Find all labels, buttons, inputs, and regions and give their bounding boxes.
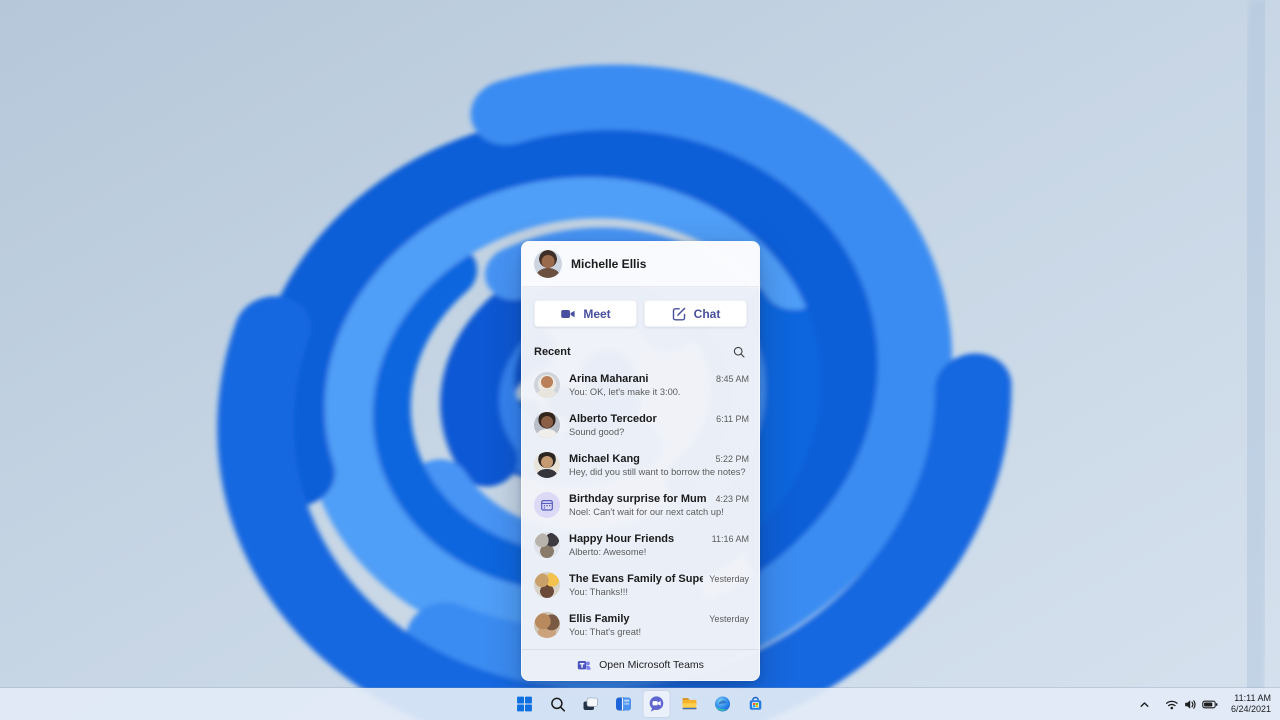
- conversation-time: 11:16 AM: [711, 533, 749, 544]
- conversation-preview: You: Thanks!!!: [569, 586, 628, 597]
- task-view-button[interactable]: [577, 690, 605, 718]
- conversation-name: The Evans Family of Supers: [569, 572, 704, 585]
- avatar: [534, 372, 560, 398]
- group-avatar: [534, 572, 560, 598]
- teams-chat-icon: [649, 696, 664, 712]
- conversation-ellis-family[interactable]: Ellis Family Yesterday You: That's great…: [522, 605, 759, 645]
- conversation-happy-hour[interactable]: Happy Hour Friends 11:16 AM Alberto: Awe…: [522, 525, 759, 565]
- file-explorer-button[interactable]: [676, 690, 704, 718]
- conversation-preview: Noel: Can't wait for our next catch up!: [569, 506, 724, 517]
- chevron-up-icon: [1140, 701, 1149, 707]
- conversation-name: Michael Kang: [569, 452, 640, 465]
- flyout-header: Michelle Ellis: [522, 242, 759, 287]
- battery-icon: [1202, 700, 1218, 708]
- user-name: Michelle Ellis: [571, 257, 647, 271]
- windows-logo-icon: [517, 696, 532, 712]
- wifi-icon: [1165, 700, 1178, 709]
- conversation-name: Arina Maharani: [569, 372, 649, 385]
- teams-logo-icon: [577, 661, 591, 670]
- conversation-evans-family[interactable]: The Evans Family of Supers Yesterday You…: [522, 565, 759, 605]
- conversation-birthday-surprise[interactable]: Birthday surprise for Mum 4:23 PM Noel: …: [522, 485, 759, 525]
- meet-button-label: Meet: [583, 306, 611, 321]
- conversation-alberto[interactable]: Alberto Tercedor 6:11 PM Sound good?: [522, 405, 759, 445]
- video-camera-icon: [561, 309, 575, 318]
- hidden-icons-chevron-button[interactable]: [1135, 690, 1155, 718]
- file-explorer-icon: [682, 698, 697, 710]
- open-teams-label: Open Microsoft Teams: [599, 659, 704, 671]
- edge-icon: [715, 696, 730, 712]
- group-avatar: [534, 612, 560, 638]
- group-avatar: [534, 532, 560, 558]
- compose-icon: [672, 307, 686, 320]
- microsoft-store-icon: [749, 696, 762, 710]
- taskbar-center-icons: [511, 688, 770, 720]
- start-button[interactable]: [511, 690, 539, 718]
- conversation-preview: You: That's great!: [569, 626, 642, 637]
- conversation-michael[interactable]: Michael Kang 5:22 PM Hey, did you still …: [522, 445, 759, 485]
- chat-button-label: Chat: [693, 306, 721, 321]
- avatar: [534, 452, 560, 478]
- widgets-icon: [616, 697, 631, 711]
- conversation-preview: You: OK, let's make it 3:00.: [569, 386, 681, 397]
- widgets-button[interactable]: [610, 690, 638, 718]
- teams-chat-button[interactable]: [642, 690, 671, 718]
- conversation-time: 6:11 PM: [716, 413, 749, 424]
- taskbar: 11:11 AM 6/24/2021: [0, 688, 1280, 720]
- search-icon: [733, 346, 745, 358]
- avatar: [534, 412, 560, 438]
- tray-date: 6/24/2021: [1230, 704, 1271, 714]
- conversation-preview: Hey, did you still want to borrow the no…: [569, 466, 746, 477]
- recent-label: Recent: [534, 346, 571, 358]
- conversation-list: Arina Maharani 8:45 AM You: OK, let's ma…: [522, 365, 759, 645]
- quick-settings-button[interactable]: [1162, 690, 1221, 718]
- conversation-name: Ellis Family: [569, 612, 630, 625]
- task-view-icon: [583, 697, 598, 710]
- volume-icon: [1185, 699, 1196, 709]
- tray-time: 11:11 AM: [1234, 693, 1271, 703]
- clock-tray-button[interactable]: 11:11 AM 6/24/2021: [1228, 690, 1274, 718]
- search-button[interactable]: [731, 344, 747, 360]
- conversation-preview: Sound good?: [569, 426, 625, 437]
- open-microsoft-teams-button[interactable]: Open Microsoft Teams: [522, 649, 759, 680]
- user-avatar: [534, 250, 562, 278]
- chat-button[interactable]: Chat: [644, 300, 747, 327]
- conversation-time: 4:23 PM: [715, 493, 749, 504]
- taskbar-search-button[interactable]: [544, 690, 572, 718]
- conversation-time: 8:45 AM: [715, 373, 749, 384]
- conversation-time: Yesterday: [709, 613, 749, 624]
- recent-row: Recent: [522, 327, 759, 365]
- meet-button[interactable]: Meet: [534, 300, 637, 327]
- microsoft-store-button[interactable]: [742, 690, 770, 718]
- system-tray: 11:11 AM 6/24/2021: [1135, 688, 1274, 720]
- conversation-time: 5:22 PM: [715, 453, 749, 464]
- calendar-icon: [541, 499, 553, 511]
- conversation-name: Alberto Tercedor: [569, 412, 657, 425]
- conversation-time: Yesterday: [709, 573, 749, 584]
- teams-chat-flyout: Michelle Ellis Meet Chat Recent Arina Ma…: [521, 241, 760, 681]
- conversation-arina[interactable]: Arina Maharani 8:45 AM You: OK, let's ma…: [522, 365, 759, 405]
- action-buttons-row: Meet Chat: [522, 287, 759, 327]
- search-icon: [550, 697, 565, 712]
- conversation-name: Happy Hour Friends: [569, 532, 675, 545]
- conversation-preview: Alberto: Awesome!: [569, 546, 647, 557]
- edge-button[interactable]: [709, 690, 737, 718]
- calendar-avatar: [534, 492, 560, 518]
- conversation-name: Birthday surprise for Mum: [569, 492, 707, 505]
